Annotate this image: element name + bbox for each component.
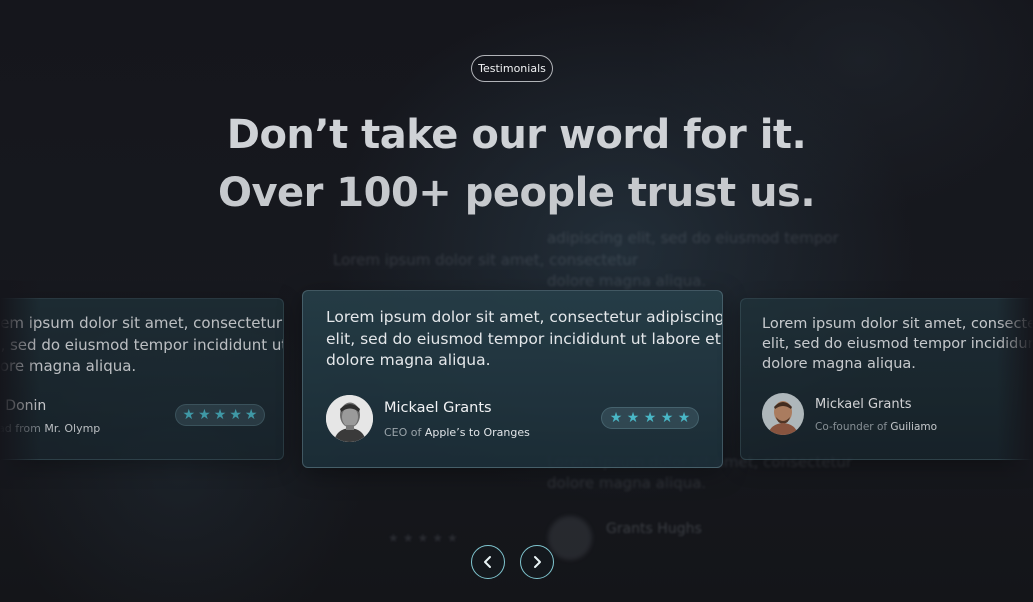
chevron-right-icon [534,556,541,568]
ghost-stars: ★★★★★ [388,531,462,545]
ghost-name: Grants Hughs [606,521,702,537]
company-name: Guiliamo [890,421,938,433]
quote-line: Lorem ipsum dolor sit amet, consectetur … [762,316,1033,332]
avatar [762,393,804,435]
star-rating: ★ ★ ★ ★ ★ [175,404,265,426]
carousel-next-button[interactable] [520,545,554,579]
quote-line: dolore magna aliqua. [0,357,137,375]
quote-line: Lorem ipsum dolor sit amet, consectetur … [326,308,723,326]
quote-line: dolore magna aliqua. [762,356,916,372]
quote-line: dolore magna aliqua. [326,351,491,370]
testimonial-quote: Lorem ipsum dolor sit amet, consectetur … [326,307,723,372]
star-icon: ★ [244,407,258,423]
ghost-text-2: adipiscing elit, sed do eiusmod tempor [547,229,839,247]
ghost-text-3: dolore magna aliqua. [547,272,707,290]
testimonial-author-role: Head from Mr. Olymp [0,422,100,435]
testimonials-badge: Testimonials [471,55,553,82]
testimonial-card-active[interactable]: Lorem ipsum dolor sit amet, consectetur … [302,290,723,468]
quote-line: Lorem ipsum dolor sit amet, consectetur … [0,314,283,332]
headline-line-1: Don’t take our word for it. [226,112,807,158]
star-icon: ★ [609,410,623,426]
testimonial-author-role: CEO of Apple’s to Oranges [384,426,530,439]
avatar [326,395,373,442]
ghost-text-1: Lorem ipsum dolor sit amet, consectetur [333,251,639,269]
star-icon: ★ [213,407,227,423]
testimonial-author-name: Mickael Grants [384,400,492,416]
star-rating: ★ ★ ★ ★ ★ [601,407,699,429]
testimonial-quote: Lorem ipsum dolor sit amet, consectetur … [0,313,283,378]
role-prefix: Co-founder of [815,421,888,433]
testimonial-author-role: Co-founder of Guiliamo [815,421,937,433]
testimonial-quote: Lorem ipsum dolor sit amet, consectetur … [762,314,1033,374]
star-icon: ★ [643,410,657,426]
company-name: Mr. Olymp [44,422,101,435]
testimonial-author-name: Mickael Grants [815,397,912,412]
ghost-text-5: dolore magna aliqua. [547,474,707,492]
star-icon: ★ [198,407,211,423]
avatar-portrait-icon [326,395,373,442]
testimonial-card-right[interactable]: Lorem ipsum dolor sit amet, consectetur … [740,298,1033,460]
carousel-prev-button[interactable] [471,545,505,579]
chevron-left-icon [484,556,491,568]
testimonial-author-name: Jacob Donin [0,398,47,414]
headline-line-2: Over 100+ people trust us. [217,170,816,216]
star-icon: ★ [660,410,674,426]
ghost-avatar [548,516,592,560]
star-icon: ★ [626,410,640,426]
star-icon: ★ [677,410,691,426]
company-name: Apple’s to Oranges [424,426,530,439]
avatar-portrait-icon [762,393,804,435]
quote-line: elit, sed do eiusmod tempor incididunt u… [0,335,283,354]
role-prefix: CEO of [384,426,422,439]
quote-line: elit, sed do eiusmod tempor incididunt u… [326,329,721,348]
testimonial-card-left[interactable]: Lorem ipsum dolor sit amet, consectetur … [0,298,284,460]
quote-line: elit, sed do eiusmod tempor incididunt u… [762,336,1033,352]
star-icon: ★ [229,407,242,423]
role-prefix: Head from [0,422,41,435]
star-icon: ★ [182,407,196,423]
